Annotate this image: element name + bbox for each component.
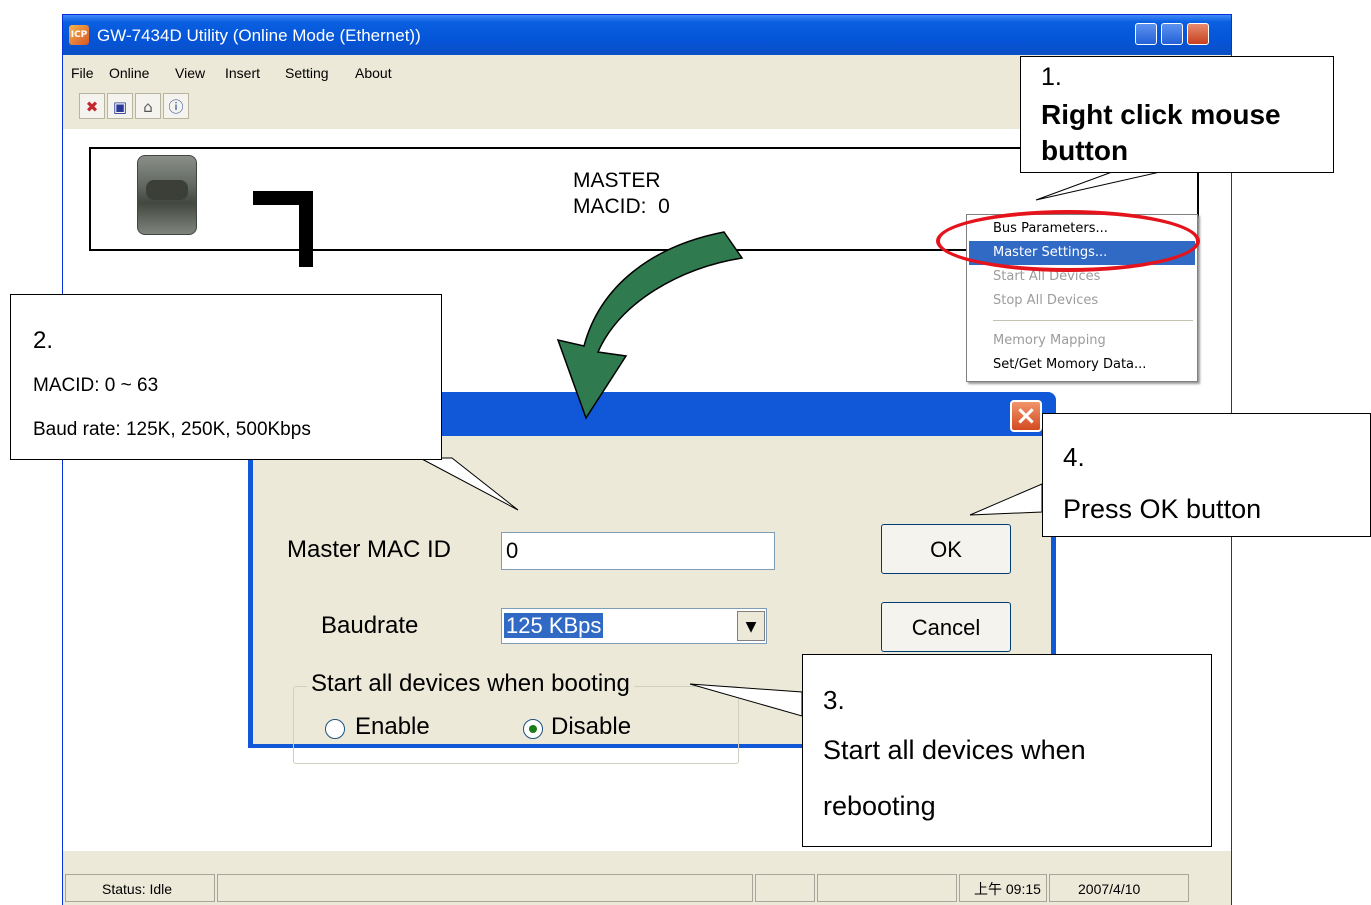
callout-1-text: Right click mouse button [1041,99,1281,166]
callout-4: 4. Press OK button [1042,413,1371,537]
callout-2-line2: Baud rate: 125K, 250K, 500Kbps [33,419,311,440]
callout-3-line2: rebooting [823,791,936,821]
callout-3-pointer [689,683,803,717]
callout-3: 3. Start all devices when rebooting [802,654,1212,847]
callout-1: 1. Right click mouse button [1020,56,1334,173]
callout-3-line1: Start all devices when [823,735,1086,765]
callout-2-pointer [419,457,519,511]
callout-4-text: Press OK button [1063,494,1262,524]
callout-3-number: 3. [823,685,845,715]
callout-2: 2. MACID: 0 ~ 63 Baud rate: 125K, 250K, … [10,294,442,460]
callout-4-pointer [969,483,1043,516]
callout-2-line1: MACID: 0 ~ 63 [33,375,159,396]
callout-1-pointer [1035,171,1161,201]
callout-4-number: 4. [1063,442,1085,472]
curved-arrow [556,231,744,420]
callout-2-number: 2. [33,327,54,354]
callout-1-number: 1. [1041,63,1062,91]
